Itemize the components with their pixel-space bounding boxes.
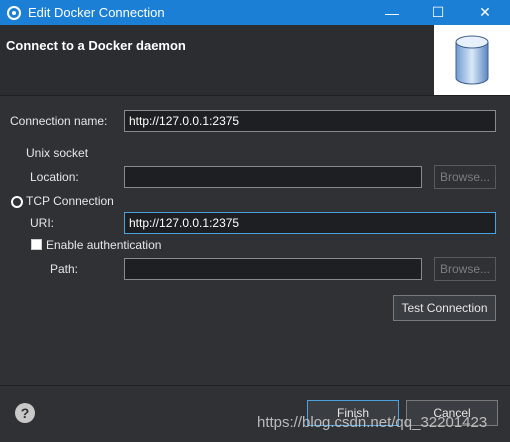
header-separator bbox=[0, 95, 510, 96]
connection-name-field[interactable]: http://127.0.0.1:2375 bbox=[124, 110, 496, 132]
location-field[interactable] bbox=[124, 166, 422, 188]
minimize-button[interactable]: — bbox=[370, 0, 414, 25]
maximize-button[interactable]: ☐ bbox=[416, 0, 460, 25]
tcp-connection-label: TCP Connection bbox=[26, 194, 114, 208]
uri-field[interactable]: http://127.0.0.1:2375 bbox=[124, 212, 496, 234]
unix-socket-label: Unix socket bbox=[26, 146, 89, 160]
location-label: Location: bbox=[30, 170, 79, 184]
dialog-header-title: Connect to a Docker daemon bbox=[6, 38, 186, 53]
tcp-connection-radio[interactable] bbox=[11, 196, 23, 208]
uri-label: URI: bbox=[30, 216, 54, 230]
window-title: Edit Docker Connection bbox=[28, 5, 165, 20]
dialog-header: Connect to a Docker daemon bbox=[0, 25, 510, 95]
window-titlebar: Edit Docker Connection — ☐ ✕ bbox=[0, 0, 510, 25]
enable-authentication-checkbox[interactable] bbox=[31, 239, 42, 250]
database-cylinder-icon bbox=[455, 35, 489, 85]
close-button[interactable]: ✕ bbox=[463, 0, 507, 25]
help-icon[interactable]: ? bbox=[15, 403, 35, 423]
watermark-text: https://blog.csdn.net/qq_32201423 bbox=[257, 414, 488, 431]
footer-separator bbox=[0, 385, 510, 386]
header-image bbox=[434, 25, 510, 95]
test-connection-button[interactable]: Test Connection bbox=[393, 295, 496, 321]
connection-name-label: Connection name: bbox=[10, 114, 108, 128]
enable-authentication-label: Enable authentication bbox=[46, 238, 162, 252]
eclipse-app-icon bbox=[7, 5, 21, 20]
path-label: Path: bbox=[50, 262, 79, 276]
path-field[interactable] bbox=[124, 258, 422, 280]
location-browse-button[interactable]: Browse... bbox=[434, 165, 496, 189]
path-browse-button[interactable]: Browse... bbox=[434, 257, 496, 281]
